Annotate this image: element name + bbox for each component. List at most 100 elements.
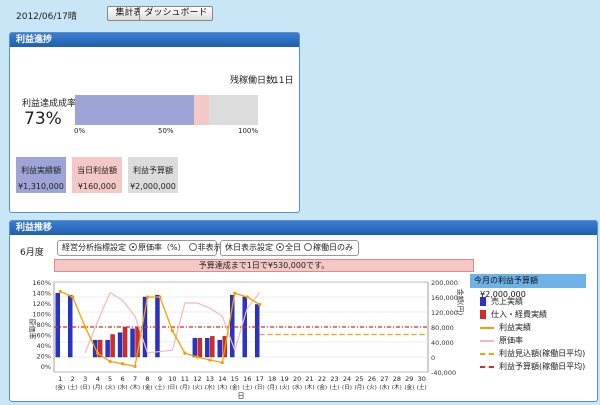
right-tick-label: 200,000 (431, 279, 458, 287)
profit-point (195, 355, 199, 359)
profit-point (120, 362, 125, 366)
profit-point (170, 329, 175, 333)
profit-point (258, 302, 262, 307)
legend-label: 利益見込額(稼働日平均) (499, 349, 586, 358)
holiday-setting-label: 休日表示設定 (225, 243, 273, 252)
x-tick-weekday: (土) (155, 383, 165, 391)
x-tick-day: 26 (368, 375, 376, 383)
x-tick-weekday: (水) (292, 383, 302, 391)
left-tick-label: 120% (32, 300, 51, 308)
achievement-rate-label: 利益達成成率 (22, 99, 77, 109)
right-tick-label: 160,000 (431, 294, 458, 302)
cost-bar (197, 338, 203, 358)
panel-title: 利益進捗 (10, 33, 299, 47)
radio-cost-rate[interactable] (129, 243, 137, 251)
x-tick-weekday: (日) (255, 384, 265, 391)
sales-bar (217, 339, 223, 358)
profit-progress-panel: 利益進捗 残稼働日数 11日 利益達成成率 73% 0% 50% 100% 利益… (9, 32, 300, 213)
x-tick-day: 22 (318, 375, 326, 383)
sales-bar (105, 339, 110, 358)
dashboard-button[interactable]: ダッシュボード (139, 6, 213, 21)
legend-swatch (480, 310, 486, 319)
sales-bar (117, 332, 123, 358)
x-tick-day: 15 (231, 375, 239, 383)
tick-50: 50% (158, 127, 174, 135)
x-tick-weekday: (土) (68, 383, 78, 391)
x-tick-day: 23 (330, 375, 338, 383)
legend-label: 売上実績 (491, 297, 523, 306)
tile-profit-actual: 利益実績額 ¥1,310,000 (16, 157, 66, 193)
profit-point (233, 291, 237, 295)
x-tick-weekday: (木) (392, 383, 402, 391)
legend-item: 利益予算額(稼働日平均) (480, 361, 585, 372)
x-tick-weekday: (木) (217, 383, 227, 391)
x-tick-day: 12 (193, 375, 201, 383)
x-tick-weekday: (土) (242, 383, 252, 391)
profit-point (58, 289, 62, 293)
sales-bar (155, 294, 160, 358)
x-tick-day: 11 (181, 375, 189, 383)
sales-bar (68, 294, 73, 358)
remaining-days-label: 残稼働日数 (230, 76, 276, 86)
tile-label: 利益予算額 (133, 166, 173, 175)
x-tick-day: 2 (71, 375, 75, 383)
right-tick-label: 80,000 (431, 324, 454, 332)
right-tick-label: 40,000 (431, 339, 454, 347)
x-tick-weekday: (日) (167, 384, 177, 391)
x-tick-day: 27 (380, 375, 388, 383)
x-tick-weekday: (水) (205, 383, 215, 391)
x-tick-day: 6 (120, 375, 124, 383)
tick-100: 100% (238, 127, 259, 135)
x-tick-day: 25 (355, 375, 363, 383)
top-bar: 2012/06/17晴 集計表 ダッシュボード (0, 0, 600, 26)
x-tick-day: 16 (243, 375, 251, 383)
radio-cost-rate-label: 原価率（%） (138, 243, 186, 252)
x-tick-weekday: (土) (330, 383, 340, 391)
cost-bar (210, 336, 215, 358)
legend-swatch (480, 352, 494, 355)
legend-item: 売上実績 (480, 296, 523, 307)
radio-all-days[interactable] (276, 243, 284, 251)
right-tick-label: 0 (431, 354, 435, 362)
sales-bar (55, 293, 60, 358)
x-tick-day: 13 (206, 375, 214, 383)
right-axis-label: 金額(円) (456, 289, 465, 316)
right-tick-label: -40,000 (431, 369, 456, 377)
profit-point (71, 295, 75, 299)
left-tick-label: 40% (37, 342, 51, 350)
x-tick-day: 21 (305, 375, 313, 383)
achievement-rate-value: 73% (24, 109, 62, 129)
achievement-bar-fill (75, 95, 194, 125)
x-tick-weekday: (木) (305, 383, 315, 391)
x-tick-weekday: (日) (80, 384, 90, 391)
left-tick-label: 80% (37, 321, 51, 329)
profit-point (158, 295, 162, 299)
x-tick-weekday: (水) (118, 383, 128, 391)
x-tick-weekday: (金) (55, 383, 65, 391)
radio-hide[interactable] (188, 243, 197, 251)
legend-label: 仕入・経費実績 (491, 310, 547, 319)
left-tick-label: 160% (32, 279, 51, 287)
legend-swatch (480, 365, 494, 368)
budget-banner: 予算達成まで1日で¥530,000です。 (54, 259, 474, 272)
radio-workdays[interactable] (304, 243, 312, 251)
legend-swatch (480, 326, 494, 329)
profit-point (83, 325, 87, 329)
sales-bar (130, 328, 135, 358)
left-tick-label: 20% (37, 353, 51, 361)
cost-bar (122, 326, 128, 358)
profit-point (133, 364, 137, 368)
sales-bar (205, 338, 210, 358)
sales-bar (192, 338, 198, 358)
x-axis-label: 日 (238, 392, 245, 400)
legend-swatch (480, 297, 486, 306)
left-tick-label: 100% (32, 311, 51, 319)
legend-item: 原価率 (480, 335, 523, 346)
profit-trend-panel: 利益推移 6月度 経営分析指標設定 原価率（%） 非表示 休日表示設定 全日 稼働日のみ… (9, 220, 598, 402)
left-tick-label: 140% (32, 290, 51, 298)
profit-point (145, 295, 150, 299)
x-tick-day: 19 (280, 375, 288, 383)
sales-bar (254, 304, 260, 358)
tile-profit-budget: 利益予算額 ¥2,000,000 (128, 157, 178, 193)
x-tick-day: 1 (58, 375, 62, 383)
